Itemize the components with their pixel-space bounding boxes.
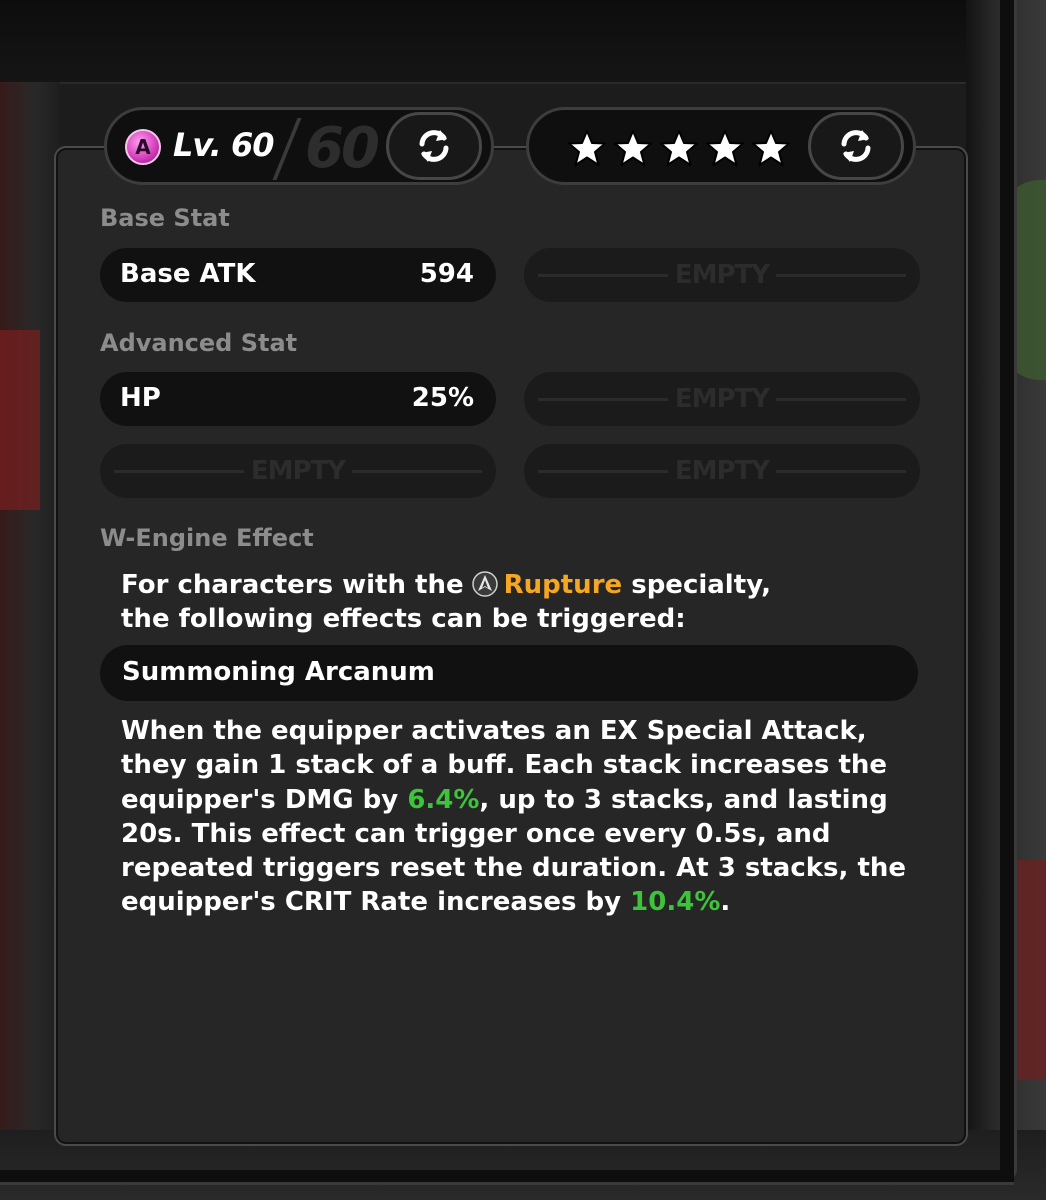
effect-name-bar: Summoning Arcanum (100, 645, 918, 701)
max-level: 60 (305, 116, 380, 181)
rank-letter: A (135, 135, 151, 159)
refresh-icon (419, 130, 449, 162)
star-icon (614, 130, 652, 166)
empty-stat-slot: EMPTY (524, 444, 920, 498)
divider (776, 470, 906, 473)
background-art-red (0, 330, 40, 510)
base-stat-row: Base ATK 594 (100, 248, 496, 302)
star-rating (567, 128, 791, 168)
rank-badge: A (125, 129, 161, 165)
divider (776, 274, 906, 277)
intro-text-line2: the following effects can be triggered: (121, 604, 686, 634)
rupture-specialty-icon (471, 571, 498, 597)
frame-border (1000, 0, 1017, 1180)
specialty-name: Rupture (503, 570, 623, 600)
intro-text: For characters with the (121, 570, 464, 600)
intro-text: specialty, (631, 570, 771, 600)
stat-name: Base ATK (120, 259, 256, 289)
level-label: Lv. 60 (173, 126, 274, 164)
effect-intro: For characters with the Rupture specialt… (121, 568, 911, 636)
star-icon (568, 130, 606, 166)
description-text: . (720, 887, 731, 918)
empty-stat-slot: EMPTY (524, 372, 920, 426)
star-icon (752, 130, 790, 166)
refinement-refresh-button[interactable] (808, 112, 904, 180)
effect-description: When the equipper activates an EX Specia… (121, 714, 911, 920)
empty-stat-slot: EMPTY (100, 444, 496, 498)
star-icon (660, 130, 698, 166)
dmg-bonus-value: 6.4% (407, 784, 480, 815)
refresh-icon (841, 130, 871, 162)
background-left (0, 82, 60, 1200)
top-bar (0, 0, 1046, 84)
effect-name: Summoning Arcanum (122, 657, 435, 687)
empty-stat-slot: EMPTY (524, 248, 920, 302)
crit-rate-value: 10.4% (630, 887, 721, 918)
advanced-stat-row: HP 25% (100, 372, 496, 426)
stat-name: HP (120, 383, 161, 413)
effect-heading: W-Engine Effect (100, 524, 314, 552)
stat-value: 594 (419, 259, 474, 289)
level-divider (272, 118, 302, 180)
level-refresh-button[interactable] (386, 112, 482, 180)
frame-border-bottom (0, 1170, 1014, 1185)
star-icon (706, 130, 744, 166)
divider (352, 470, 482, 473)
advanced-stat-heading: Advanced Stat (100, 329, 298, 357)
divider (776, 398, 906, 401)
stat-value: 25% (411, 383, 474, 413)
base-stat-heading: Base Stat (100, 204, 230, 232)
